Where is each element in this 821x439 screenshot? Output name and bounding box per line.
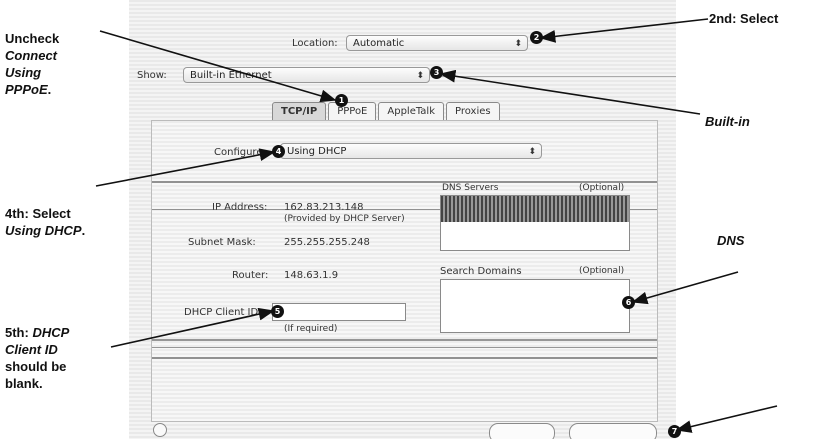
annotation-fifth-prefix: 5th: bbox=[5, 325, 33, 340]
annotation-fourth-select: 4th: Select Using DHCP. bbox=[5, 205, 85, 239]
annotation-uncheck-pppoe: Uncheck Connect Using PPPoE. bbox=[5, 30, 59, 98]
annotation-uncheck-line: Uncheck bbox=[5, 31, 60, 46]
annotation-pppoe-text: PPPoE bbox=[5, 82, 48, 97]
arrow-second bbox=[539, 18, 709, 43]
annotation-using-text: Using bbox=[5, 65, 42, 80]
arrow-fifth bbox=[110, 307, 275, 348]
annotation-second-select: 2nd: Select bbox=[709, 11, 779, 26]
annotation-fifth-dhcp: 5th: DHCP Client ID should be blank. bbox=[5, 324, 69, 392]
annotation-dns-text: DNS bbox=[717, 233, 745, 248]
arrow-uncheck bbox=[99, 30, 337, 103]
annotation-dhcp-text: DHCP bbox=[32, 325, 70, 340]
arrow-builtin bbox=[439, 69, 701, 115]
arrow-seventh bbox=[675, 405, 778, 433]
annotation-connect-text: Connect bbox=[5, 48, 57, 63]
annotation-dns: DNS bbox=[717, 232, 744, 249]
annotation-builtin: Built-in bbox=[705, 113, 750, 130]
annotation-period: . bbox=[47, 82, 52, 97]
annotation-blank-text: blank. bbox=[5, 376, 43, 391]
annotation-should-be-text: should be bbox=[5, 359, 67, 374]
annotation-builtin-text: Built-in bbox=[705, 114, 750, 129]
annotation-client-id-text: Client ID bbox=[5, 342, 58, 357]
annotation-fourth-line: 4th: Select bbox=[5, 206, 71, 221]
annotation-period: . bbox=[81, 223, 86, 238]
annotation-using-dhcp-text: Using DHCP bbox=[5, 223, 82, 238]
annotation-arrows bbox=[95, 18, 778, 433]
arrow-fourth bbox=[95, 148, 276, 187]
arrow-dns bbox=[631, 271, 739, 305]
